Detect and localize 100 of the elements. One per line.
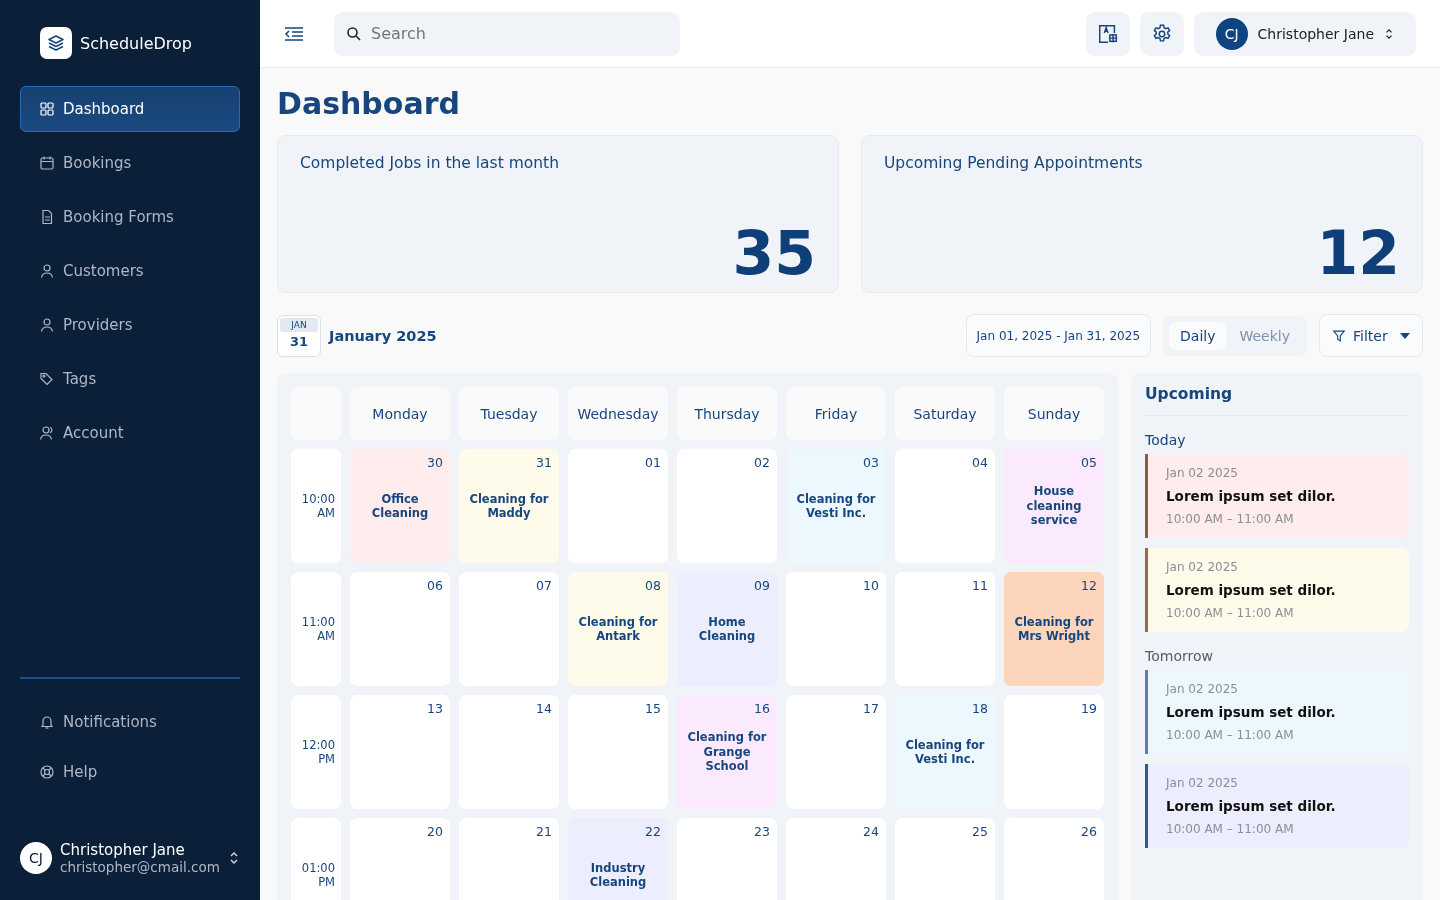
- date-number: 05: [1081, 455, 1097, 470]
- user-email: christopher@cmail.com: [60, 859, 220, 875]
- nav-item[interactable]: Help: [20, 749, 240, 795]
- time-label: 01:00 PM: [291, 818, 341, 900]
- bell-icon: [39, 714, 55, 730]
- filter-icon: [1332, 328, 1346, 343]
- date-number: 19: [1081, 701, 1097, 716]
- date-number: 26: [1081, 824, 1097, 839]
- day-cell[interactable]: 12 Cleaning for Mrs Wright: [1004, 572, 1104, 686]
- date-number: 18: [972, 701, 988, 716]
- nav-item[interactable]: Dashboard: [20, 86, 240, 132]
- date-number: 14: [536, 701, 552, 716]
- settings-button[interactable]: [1139, 11, 1184, 56]
- nav-item[interactable]: Providers: [20, 302, 240, 348]
- nav-item[interactable]: Tags: [20, 356, 240, 402]
- event-title: Industry Cleaning: [588, 860, 648, 890]
- tag-icon: [39, 371, 55, 387]
- filter-button[interactable]: Filter: [1319, 314, 1423, 357]
- date-range-button[interactable]: Jan 01, 2025 - Jan 31, 2025: [965, 314, 1152, 357]
- day-cell[interactable]: 04: [895, 449, 995, 563]
- day-cell[interactable]: 03 Cleaning for Vesti Inc.: [786, 449, 886, 563]
- day-cell[interactable]: 30 Office Cleaning: [350, 449, 450, 563]
- weekday-header: Thursday: [677, 387, 777, 440]
- group-label: Tomorrow: [1145, 648, 1214, 664]
- day-cell[interactable]: 11: [895, 572, 995, 686]
- date-number: 30: [427, 455, 443, 470]
- appointment-card[interactable]: Jan 02 2025 Lorem ipsum set dilor. 10:00 AM – 11:00 AM: [1145, 454, 1409, 538]
- nav-item[interactable]: Customers: [20, 248, 240, 294]
- event-title: Cleaning for Grange School: [686, 730, 768, 774]
- day-cell[interactable]: 02: [677, 449, 777, 563]
- menu-icon[interactable]: [284, 25, 304, 42]
- day-cell[interactable]: 22 Industry Cleaning: [568, 818, 668, 900]
- calendar-title: January 2025: [329, 327, 437, 344]
- dashboard-icon: [39, 101, 55, 117]
- event-title: Cleaning for Mrs Wright: [1013, 614, 1095, 644]
- date-number: 23: [754, 824, 770, 839]
- user-avatar: CJ: [1215, 17, 1248, 50]
- view-tab[interactable]: Daily: [1169, 321, 1227, 350]
- nav-item[interactable]: Bookings: [20, 140, 240, 186]
- badge-month: JAN: [280, 317, 318, 332]
- chevron-up-down-icon[interactable]: [228, 850, 240, 866]
- date-number: 02: [754, 455, 770, 470]
- appointment-title: Lorem ipsum set dilor.: [1166, 582, 1337, 598]
- day-cell[interactable]: 23: [677, 818, 777, 900]
- day-cell[interactable]: 21: [459, 818, 559, 900]
- date-number: 11: [972, 578, 988, 593]
- appointment-card[interactable]: Jan 02 2025 Lorem ipsum set dilor. 10:00 AM – 11:00 AM: [1145, 764, 1409, 848]
- day-cell[interactable]: 16 Cleaning for Grange School: [677, 695, 777, 809]
- day-cell[interactable]: 19: [1004, 695, 1104, 809]
- caret-icon: [1400, 332, 1410, 339]
- search-field[interactable]: Search: [334, 11, 680, 56]
- date-number: 07: [536, 578, 552, 593]
- day-cell[interactable]: 01: [568, 449, 668, 563]
- day-cell[interactable]: 10: [786, 572, 886, 686]
- event-title: Office Cleaning: [370, 491, 430, 521]
- day-cell[interactable]: 15: [568, 695, 668, 809]
- panel-title: Upcoming: [1145, 385, 1409, 416]
- day-cell[interactable]: 08 Cleaning for Antark: [568, 572, 668, 686]
- day-cell[interactable]: 05 House cleaning service: [1004, 449, 1104, 563]
- day-cell[interactable]: 20: [350, 818, 450, 900]
- date-number: 12: [1081, 578, 1097, 593]
- day-cell[interactable]: 07: [459, 572, 559, 686]
- day-cell[interactable]: 09 Home Cleaning: [677, 572, 777, 686]
- day-cell[interactable]: 14: [459, 695, 559, 809]
- weekday-header: Sunday: [1004, 387, 1104, 440]
- event-title: Cleaning for Antark: [577, 614, 659, 644]
- day-cell[interactable]: 25: [895, 818, 995, 900]
- weekday-header: Friday: [786, 387, 886, 440]
- chevron-up-down-icon: [1384, 26, 1394, 41]
- date-number: 09: [754, 578, 770, 593]
- appointment-date: Jan 02 2025: [1166, 776, 1239, 790]
- nav-item[interactable]: Account: [20, 410, 240, 456]
- day-cell[interactable]: 24: [786, 818, 886, 900]
- weekday-header: Wednesday: [568, 387, 668, 440]
- date-number: 08: [645, 578, 661, 593]
- day-cell[interactable]: 26: [1004, 818, 1104, 900]
- appointment-card[interactable]: Jan 02 2025 Lorem ipsum set dilor. 10:00 AM – 11:00 AM: [1145, 670, 1409, 754]
- nav-item[interactable]: Booking Forms: [20, 194, 240, 240]
- nav-item[interactable]: Notifications: [20, 699, 240, 745]
- date-number: 04: [972, 455, 988, 470]
- search-icon: [346, 25, 362, 42]
- appointment-card[interactable]: Jan 02 2025 Lorem ipsum set dilor. 10:00 AM – 11:00 AM: [1145, 548, 1409, 632]
- date-number: 03: [863, 455, 879, 470]
- help-icon: [39, 764, 55, 780]
- date-number: 22: [645, 824, 661, 839]
- brand-name: ScheduleDrop: [80, 33, 192, 53]
- day-cell[interactable]: 18 Cleaning for Vesti Inc.: [895, 695, 995, 809]
- event-title: Cleaning for Vesti Inc.: [795, 491, 877, 521]
- date-number: 13: [427, 701, 443, 716]
- layers-icon: [40, 27, 72, 59]
- translate-icon: [1096, 22, 1119, 45]
- day-cell[interactable]: 06: [350, 572, 450, 686]
- day-cell[interactable]: 17: [786, 695, 886, 809]
- stat-value: 12: [1316, 220, 1400, 286]
- user-menu-button[interactable]: CJ Christopher Jane: [1193, 11, 1416, 56]
- day-cell[interactable]: 13: [350, 695, 450, 809]
- time-label: 10:00 AM: [291, 449, 341, 563]
- translate-button[interactable]: [1085, 11, 1130, 56]
- appointment-date: Jan 02 2025: [1166, 466, 1239, 480]
- day-cell[interactable]: 31 Cleaning for Maddy: [459, 449, 559, 563]
